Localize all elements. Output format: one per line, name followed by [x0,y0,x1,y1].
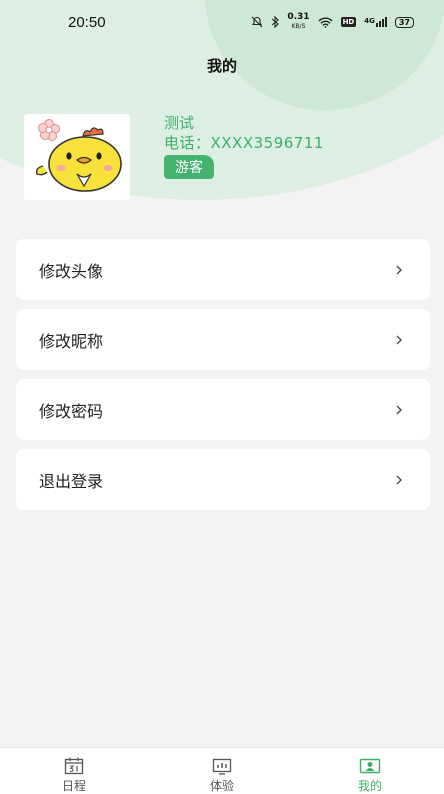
net-speed-unit: KB/S [291,23,306,30]
mute-icon [251,16,263,28]
tab-mine[interactable]: 我的 [296,748,444,794]
guest-badge: 游客 [164,155,214,179]
change-avatar-item[interactable]: 修改头像 [16,239,430,300]
status-time: 20:50 [68,13,106,31]
wifi-icon [318,17,333,28]
change-nickname-item[interactable]: 修改昵称 [16,309,430,370]
hd-badge: HD [340,17,357,27]
chevron-right-icon [396,475,402,484]
calendar-icon [64,757,84,775]
bottom-tab-bar: 日程 体验 我的 [0,747,444,794]
change-password-item[interactable]: 修改密码 [16,379,430,440]
menu-item-label: 修改密码 [39,401,104,421]
status-icons: 0.31 KB/S HD 4G 37 [251,13,414,31]
menu-item-label: 退出登录 [39,471,104,491]
bluetooth-icon [271,16,280,28]
settings-menu: 修改头像 修改昵称 修改密码 退出登录 [16,239,430,519]
tab-label: 体验 [209,779,234,793]
signal-type: 4G [364,17,375,25]
chevron-right-icon [396,265,402,274]
chart-icon [212,758,232,775]
net-speed-value: 0.31 [287,12,310,22]
tab-schedule[interactable]: 日程 [0,748,148,794]
profile-name: 测试 [164,114,195,132]
battery-icon: 37 [394,16,414,28]
tab-label: 我的 [357,779,382,793]
logout-item[interactable]: 退出登录 [16,449,430,510]
menu-item-label: 修改头像 [39,261,104,281]
status-bar: 20:50 0.31 KB/S HD 4G 37 [0,0,444,44]
chevron-right-icon [396,405,402,414]
page-title: 我的 [206,57,237,75]
profile-icon [359,758,381,774]
signal-icon: 4G [364,17,387,27]
tab-label: 日程 [61,779,86,793]
profile-section: 测试 电话：XXXX3596711 游客 [24,114,324,200]
chevron-right-icon [396,335,402,344]
chick-avatar-icon [35,119,122,192]
avatar[interactable] [24,114,130,200]
tab-experience[interactable]: 体验 [148,748,296,794]
menu-item-label: 修改昵称 [39,331,104,351]
profile-info: 测试 电话：XXXX3596711 游客 [164,114,324,200]
flower-icon [38,119,60,141]
profile-phone: 电话：XXXX3596711 [164,134,324,152]
net-speed: 0.31 KB/S [287,13,309,31]
